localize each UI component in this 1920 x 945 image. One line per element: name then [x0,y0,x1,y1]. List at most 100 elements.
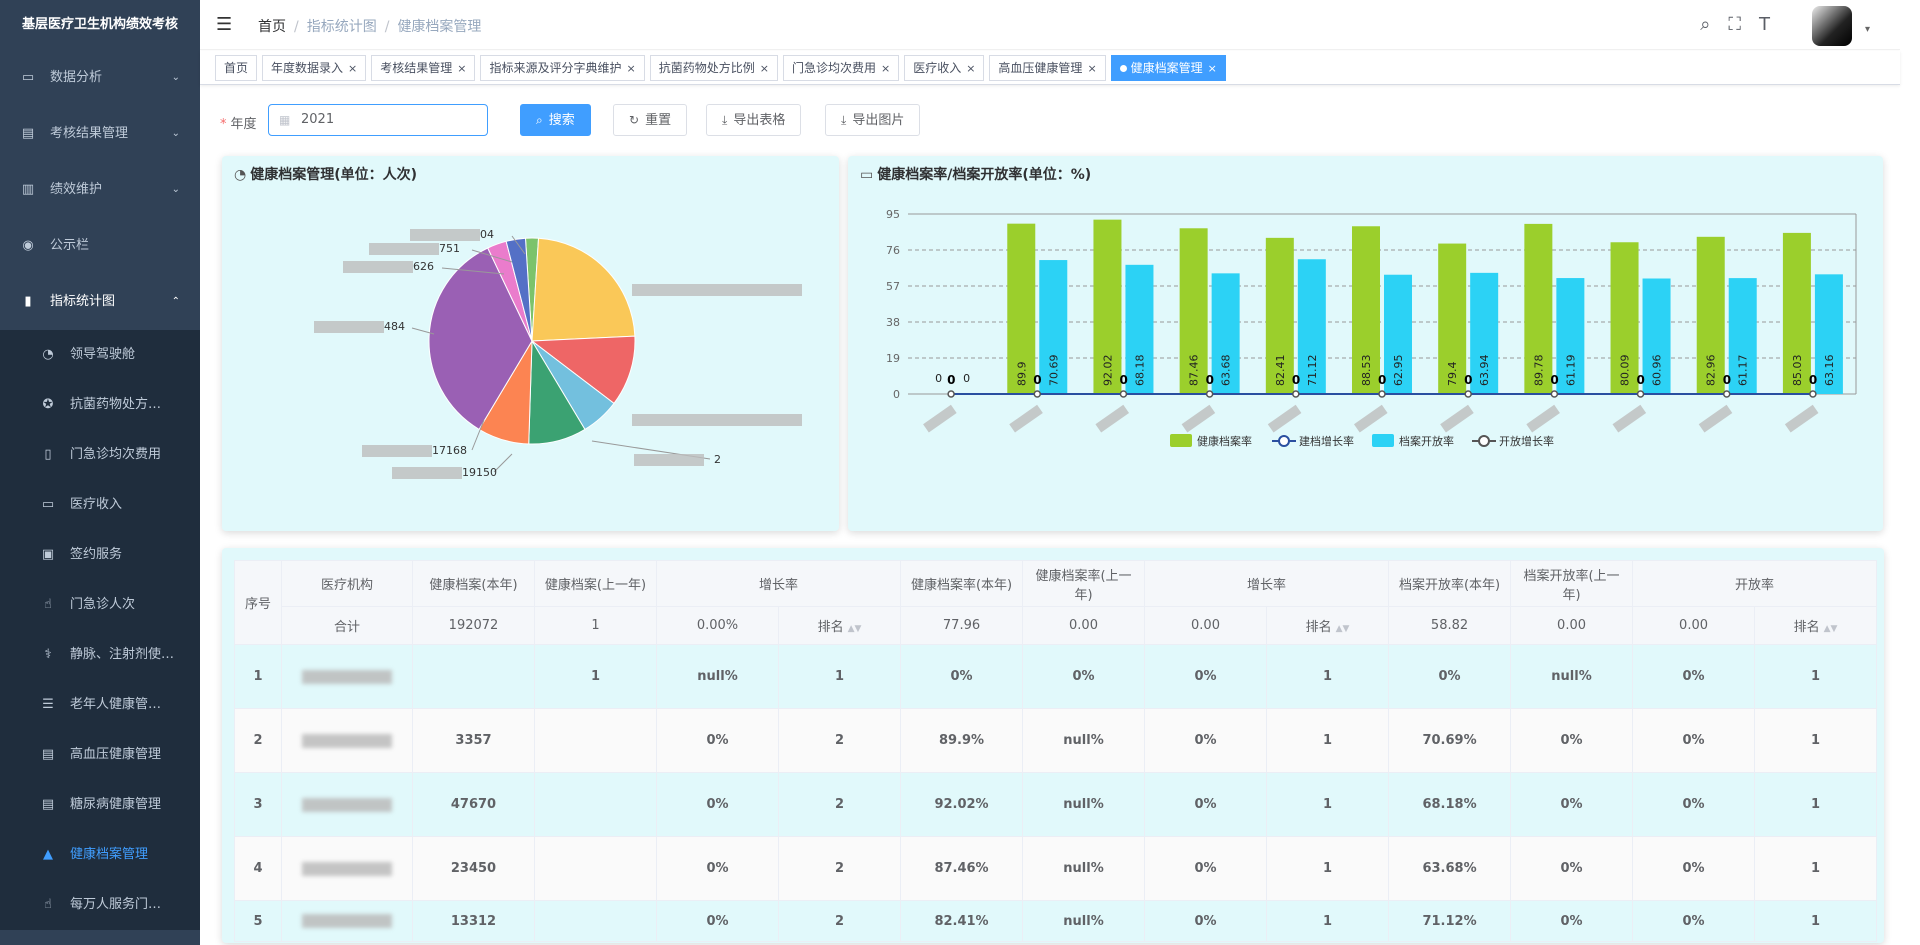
sidebar-item-label: 健康档案管理 [70,847,149,862]
close-icon[interactable]: × [760,62,769,75]
avatar[interactable] [1812,6,1852,46]
cell-open_prev: 0% [1510,836,1634,901]
sidebar-item-contract-service[interactable]: ▣ 签约服务 [0,530,200,580]
export-image-button[interactable]: ⤓ 导出图片 [825,104,921,136]
search-button[interactable]: ⌕ 搜索 [520,104,591,136]
tag-indicator-dict[interactable]: 指标来源及评分字典维护 × [480,55,645,81]
cell-rank3: 1 [1754,708,1878,773]
tag-medical-income[interactable]: 医疗收入 × [904,55,985,81]
tag-home[interactable]: 首页 [215,55,258,81]
line-point [1292,390,1300,398]
sidebar-item-outpatient-visits[interactable]: ☝ 门急诊人次 [0,580,200,630]
tag-annual-data[interactable]: 年度数据录入 × [262,55,367,81]
breadcrumb: 首页 / 指标统计图 / 健康档案管理 [258,19,482,35]
book-icon: ▯ [44,447,52,462]
pie-label-redacted [392,467,462,479]
sidebar-item-per-10k-service[interactable]: ☝ 每万人服务门… [0,880,200,930]
sidebar-item-label: 门急诊人次 [70,597,136,612]
tag-label: 指标来源及评分字典维护 [489,61,622,75]
sidebar-item-performance[interactable]: ▥ 绩效维护 ⌄ [0,162,200,218]
sidebar-item-outpatient-cost[interactable]: ▯ 门急诊均次费用 [0,430,200,480]
cell-open_prev: 0% [1510,772,1634,837]
cell-idx: 3 [234,772,282,837]
sort-rank-3[interactable]: 排名 ▲▼ [1754,606,1878,645]
sidebar-item-assessment-results[interactable]: ▤ 考核结果管理 ⌄ [0,106,200,162]
cell-rank3: 1 [1754,772,1878,837]
active-dot-icon [1119,65,1127,72]
close-icon[interactable]: × [1087,62,1096,75]
caret-down-icon[interactable]: ▾ [1865,24,1870,35]
cell-org-redacted [281,644,413,709]
sidebar-item-cockpit[interactable]: ◔ 领导驾驶舱 [0,330,200,380]
cell-open_prev: null% [1510,644,1634,709]
hamburger-icon[interactable]: ☰ [216,14,232,35]
cell-open_cur: 63.68% [1388,836,1512,901]
tag-label: 考核结果管理 [380,61,453,75]
bar-value-label: 89.9 [1015,362,1028,387]
year-value: 2021 [301,112,335,127]
sidebar-item-indicator-charts[interactable]: ▮ 指标统计图 ⌃ [0,274,200,330]
bar-value-label: 60.96 [1651,355,1664,387]
y-tick-label: 19 [886,352,900,365]
redacted-org-name [302,669,392,684]
sidebar-item-antibiotic[interactable]: ✪ 抗菌药物处方… [0,380,200,430]
close-icon[interactable]: × [627,62,636,75]
sidebar-item-hypertension[interactable]: ▤ 高血压健康管理 [0,730,200,780]
sum-rate-cur: 77.96 [900,606,1024,645]
tag-health-records[interactable]: 健康档案管理 × [1110,55,1226,81]
sidebar-item-injection[interactable]: ⚕ 静脉、注射剂使… [0,630,200,680]
pie-label-redacted [369,243,439,255]
sidebar-item-label: 糖尿病健康管理 [70,797,162,812]
close-icon[interactable]: × [1208,62,1217,75]
breadcrumb-indicator-charts[interactable]: 指标统计图 [307,19,377,35]
bar-value-label: 88.53 [1360,355,1373,387]
cell-rate_prev: null% [1022,900,1146,942]
sort-rank-2[interactable]: 排名 ▲▼ [1266,606,1390,645]
col-rate-cur: 健康档案率(本年) [900,560,1024,607]
sidebar-item-medical-income[interactable]: ▭ 医疗收入 [0,480,200,530]
tag-hypertension[interactable]: 高血压健康管理 × [989,55,1106,81]
close-icon[interactable]: × [457,62,466,75]
sum-open-prev: 0.00 [1510,606,1634,645]
fullscreen-icon[interactable]: ⛶ [1728,14,1741,35]
bar-value-label: 80.09 [1619,355,1632,387]
cell-rank1: 2 [777,900,902,942]
sum-rate-prev: 0.00 [1022,606,1146,645]
close-icon[interactable]: × [348,62,357,75]
bar-value-label: 68.18 [1133,355,1146,387]
close-icon[interactable]: × [881,62,890,75]
tag-label: 首页 [224,61,249,75]
category-label-redacted [1009,404,1043,433]
cell-rate_cur: 87.46% [900,836,1024,901]
tag-assessment-results[interactable]: 考核结果管理 × [371,55,476,81]
tag-outpatient-cost[interactable]: 门急诊均次费用 × [782,55,900,81]
bar-value-label: 79.4 [1446,362,1459,387]
sort-rank-1[interactable]: 排名 ▲▼ [777,606,902,645]
close-icon[interactable]: × [966,62,975,75]
search-icon[interactable]: ⌕ [1700,14,1710,35]
col-growth: 增长率 [655,560,902,607]
bar-value-label: 92.02 [1101,355,1114,387]
sidebar-item-health-records[interactable]: ▲ 健康档案管理 [0,830,200,880]
col-rate-prev: 健康档案率(上一年) [1022,560,1146,607]
tag-antibiotic[interactable]: 抗菌药物处方比例 × [649,55,778,81]
sidebar-item-elderly-health[interactable]: ☰ 老年人健康管… [0,680,200,730]
sidebar-item-diabetes[interactable]: ▤ 糖尿病健康管理 [0,780,200,830]
sidebar-item-data-analysis[interactable]: ▭ 数据分析 ⌄ [0,50,200,106]
table-row: 3 47670 0% 2 92.02% null% 0% 1 68.18% 0% 0% 1 [234,772,1878,837]
tag-label: 抗菌药物处方比例 [658,61,755,75]
sidebar-item-bulletin[interactable]: ◉ 公示栏 [0,218,200,274]
tag-label: 年度数据录入 [271,61,344,75]
font-size-icon[interactable]: T [1759,14,1770,35]
bar-chart-card: ▭ 健康档案率/档案开放率(单位：%) 0 19 38 57 76 95 0 0 0 89.9 70.… [848,156,1883,531]
col-open-prev: 档案开放率(上一年) [1510,560,1634,607]
year-picker[interactable]: ▦ 2021 [268,104,488,136]
sidebar-item-label: 领导驾驶舱 [70,347,136,362]
pie-chart-card: ◔ 健康档案管理(单位：人次) 04 751 626 484 17168 19150 2 [222,156,839,531]
line-point [947,390,955,398]
gear-icon: ✪ [42,397,54,412]
breadcrumb-home[interactable]: 首页 [258,19,286,35]
export-table-button[interactable]: ⤓ 导出表格 [706,104,802,136]
reset-button[interactable]: ↻ 重置 [613,104,688,136]
pie-chart: 04 751 626 484 17168 19150 2 [314,228,802,479]
